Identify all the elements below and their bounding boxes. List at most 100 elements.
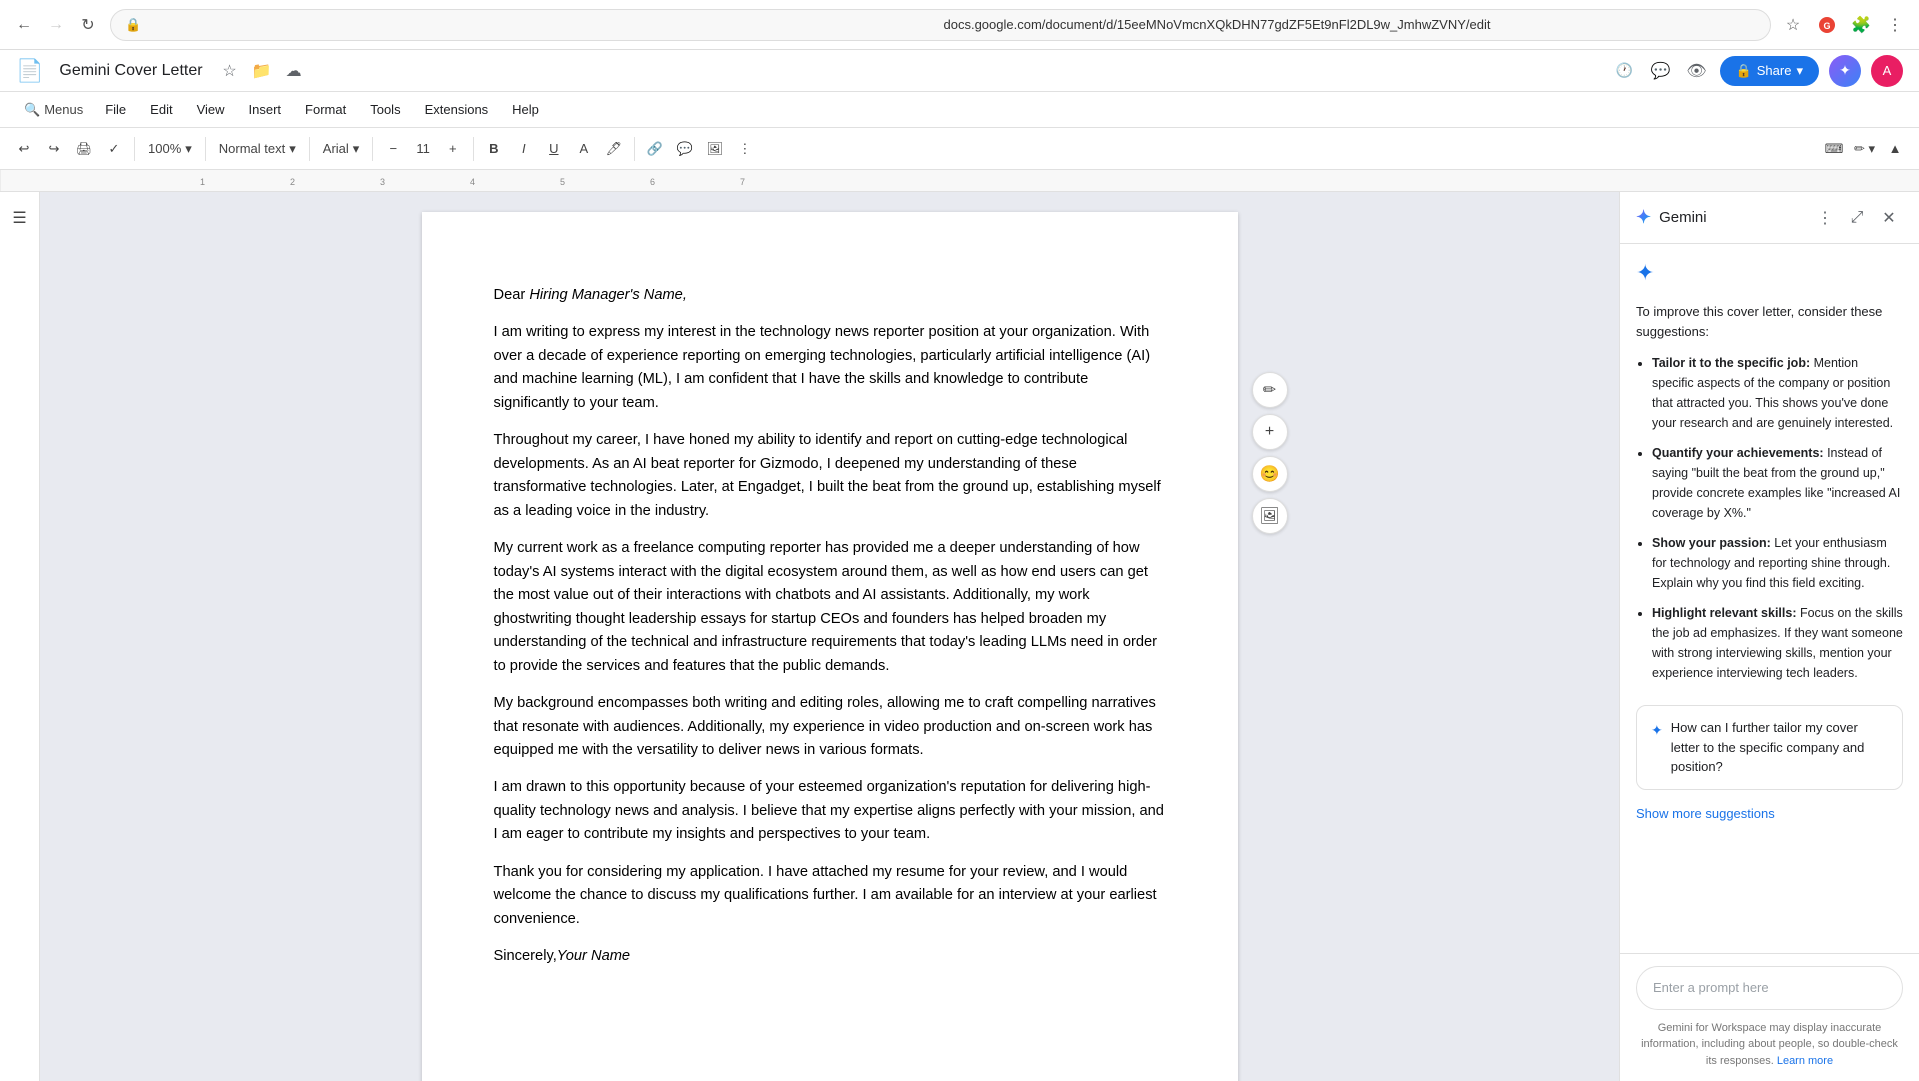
doc-content: Dear Hiring Manager's Name, I am writing… (494, 284, 1166, 969)
paragraph-4: My background encompasses both writing a… (494, 692, 1166, 762)
back-button[interactable]: ← (10, 11, 38, 39)
suggestion-1-title: Tailor it to the specific job: (1652, 356, 1810, 370)
main-area: ☰ Dear Hiring Manager's Name, I am writi… (0, 192, 1919, 1081)
font-value: Arial (323, 141, 349, 156)
print-button[interactable]: 🖨 (70, 134, 98, 164)
highlight-button[interactable]: 🖊 (600, 134, 628, 164)
more-formatting-button[interactable]: ⋮ (731, 134, 759, 164)
gemini-expand-button[interactable]: ⤢ (1843, 204, 1871, 232)
font-size-selector[interactable]: 11 (409, 135, 437, 163)
editing-mode-button[interactable]: ✏ ▾ (1850, 134, 1879, 164)
show-more-button[interactable]: Show more suggestions (1636, 802, 1903, 825)
gemini-title: Gemini (1659, 209, 1803, 226)
bookmark-button[interactable]: ☆ (1779, 11, 1807, 39)
menu-help[interactable]: Help (502, 98, 549, 121)
forward-button[interactable]: → (42, 11, 70, 39)
font-chevron-icon: ▾ (353, 141, 360, 157)
paragraph-6: Thank you for considering my application… (494, 861, 1166, 931)
underline-button[interactable]: U (540, 134, 568, 164)
salutation: Dear Hiring Manager's Name, (494, 284, 1166, 307)
suggestion-2: Quantify your achievements: Instead of s… (1652, 443, 1903, 523)
zoom-value: 100% (148, 141, 181, 156)
learn-more-link[interactable]: Learn more (1777, 1055, 1833, 1067)
comments-button[interactable]: 💬 (1648, 58, 1674, 84)
menu-tools[interactable]: Tools (360, 98, 410, 121)
gemini-close-button[interactable]: ✕ (1875, 204, 1903, 232)
prompt-placeholder: Enter a prompt here (1653, 980, 1769, 995)
font-size-increase-button[interactable]: + (439, 134, 467, 164)
menu-view[interactable]: View (187, 98, 235, 121)
menu-extensions[interactable]: Extensions (415, 98, 499, 121)
link-button[interactable]: 🔗 (641, 134, 669, 164)
gemini-nav-button[interactable]: ✦ (1829, 55, 1861, 87)
collapse-toolbar-button[interactable]: ▲ (1881, 134, 1909, 164)
style-value: Normal text (219, 141, 285, 156)
left-sidebar: ☰ (0, 192, 40, 1081)
float-add-button[interactable]: + (1252, 414, 1288, 450)
font-color-button[interactable]: A (570, 134, 598, 164)
menu-format[interactable]: Format (295, 98, 356, 121)
toolbar-separator-3 (309, 137, 310, 161)
redo-button[interactable]: ↪ (40, 134, 68, 164)
gemini-body: ✦ To improve this cover letter, consider… (1620, 244, 1919, 953)
comment-button[interactable]: 💬 (671, 134, 699, 164)
move-button[interactable]: 📁 (249, 58, 275, 84)
undo-button[interactable]: ↩ (10, 134, 38, 164)
doc-area[interactable]: Dear Hiring Manager's Name, I am writing… (40, 192, 1619, 1081)
paragraph-5: I am drawn to this opportunity because o… (494, 776, 1166, 846)
suggestion-card-star-icon: ✦ (1651, 720, 1663, 777)
paragraph-2: Throughout my career, I have honed my ab… (494, 429, 1166, 523)
float-emoji-button[interactable]: 😊 (1252, 456, 1288, 492)
paragraph-1: I am writing to express my interest in t… (494, 321, 1166, 415)
gemini-header-actions: ⋮ ⤢ ✕ (1811, 204, 1903, 232)
svg-text:6: 6 (650, 177, 655, 187)
svg-text:1: 1 (200, 177, 205, 187)
outline-button[interactable]: ☰ (4, 202, 36, 234)
search-menus-button[interactable]: 🔍 Menus (16, 95, 91, 125)
avatar[interactable]: A (1871, 55, 1903, 87)
float-edit-button[interactable]: ✏ (1252, 372, 1288, 408)
suggestion-card[interactable]: ✦ How can I further tailor my cover lett… (1636, 705, 1903, 790)
doc-float-toolbar: ✏ + 😊 🖼 (1252, 372, 1288, 534)
gemini-panel: ✦ Gemini ⋮ ⤢ ✕ ✦ To improve this cover l… (1619, 192, 1919, 1081)
font-size-value: 11 (416, 141, 430, 156)
gemini-logo-icon: ✦ (1636, 207, 1651, 228)
extension-2-button[interactable]: 🧩 (1847, 11, 1875, 39)
gemini-menu-button[interactable]: ⋮ (1811, 204, 1839, 232)
menu-insert[interactable]: Insert (239, 98, 292, 121)
share-button[interactable]: 🔒 Share ▾ (1720, 56, 1819, 86)
svg-text:3: 3 (380, 177, 385, 187)
menu-edit[interactable]: Edit (140, 98, 182, 121)
font-selector[interactable]: Arial ▾ (316, 135, 367, 163)
style-chevron-icon: ▾ (289, 141, 296, 157)
gemini-footer: Enter a prompt here Gemini for Workspace… (1620, 953, 1919, 1081)
star-button[interactable]: ☆ (217, 58, 243, 84)
image-button[interactable]: 🖼 (701, 134, 729, 164)
menu-file[interactable]: File (95, 98, 136, 121)
keyboard-shortcut-button[interactable]: ⌨ (1820, 134, 1848, 164)
svg-text:5: 5 (560, 177, 565, 187)
ruler-svg: 1 2 3 4 5 6 7 (0, 170, 1919, 192)
spell-check-button[interactable]: ✓ (100, 134, 128, 164)
disclaimer-text: Gemini for Workspace may display inaccur… (1641, 1022, 1898, 1067)
italic-button[interactable]: I (510, 134, 538, 164)
cloud-button[interactable]: ☁ (281, 58, 307, 84)
suggestion-2-title: Quantify your achievements: (1652, 446, 1824, 460)
gemini-disclaimer: Gemini for Workspace may display inaccur… (1636, 1020, 1903, 1070)
svg-text:G: G (1823, 21, 1830, 31)
prompt-input[interactable]: Enter a prompt here (1636, 966, 1903, 1010)
view-button[interactable]: 👁 (1684, 58, 1710, 84)
browser-actions: ☆ G 🧩 ⋮ (1779, 11, 1909, 39)
address-bar[interactable]: 🔒 docs.google.com/document/d/15eeMNoVmcn… (110, 9, 1771, 41)
extension-1-button[interactable]: G (1813, 11, 1841, 39)
style-selector[interactable]: Normal text ▾ (212, 135, 303, 163)
float-image-button[interactable]: 🖼 (1252, 498, 1288, 534)
nav-buttons: ← → ↻ (10, 11, 102, 39)
more-button[interactable]: ⋮ (1881, 11, 1909, 39)
signature: Your Name (557, 948, 630, 964)
history-button[interactable]: 🕐 (1612, 58, 1638, 84)
zoom-selector[interactable]: 100% ▾ (141, 135, 199, 163)
font-size-decrease-button[interactable]: − (379, 134, 407, 164)
refresh-button[interactable]: ↻ (74, 11, 102, 39)
bold-button[interactable]: B (480, 134, 508, 164)
